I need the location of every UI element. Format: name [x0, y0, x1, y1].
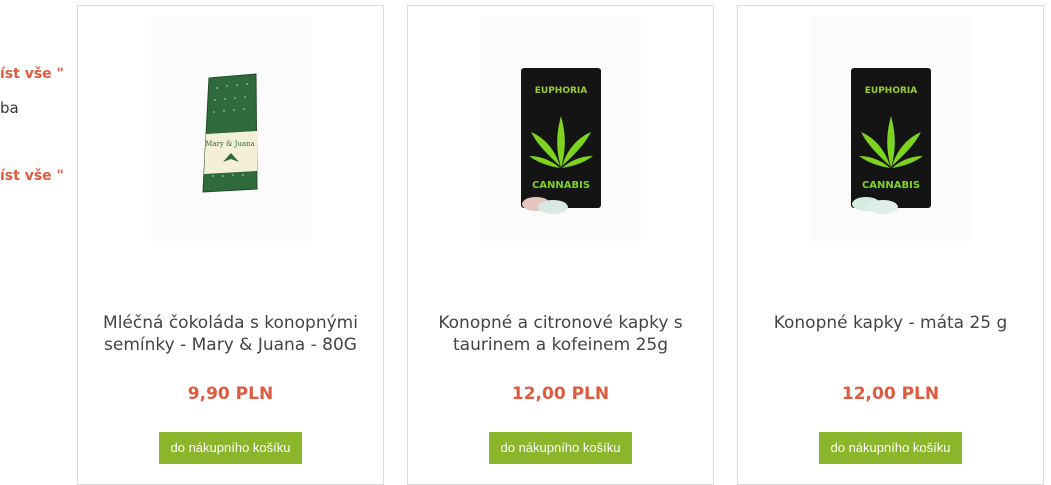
product-title[interactable]: Mléčná čokoláda s konopnými semínky - Ma…: [88, 312, 373, 356]
cannabis-drops-image: EUPHORIA CANNABIS: [520, 68, 601, 214]
chocolate-bar-image: Mary & Juana: [201, 73, 258, 193]
read-more-link[interactable]: íst vše ": [0, 168, 64, 184]
add-to-cart-button[interactable]: do nákupního košíku: [488, 432, 633, 464]
package-brand: EUPHORIA: [534, 86, 587, 96]
package-label: CANNABIS: [861, 180, 919, 191]
sidebar: íst vše " ba íst vše ": [0, 0, 70, 469]
product-card: EUPHORIA CANNABIS Konopné a citronové ka…: [407, 5, 714, 485]
product-image[interactable]: EUPHORIA CANNABIS: [810, 16, 971, 241]
sidebar-text: ba: [0, 99, 19, 117]
product-image[interactable]: EUPHORIA CANNABIS: [480, 16, 641, 241]
add-to-cart-button[interactable]: do nákupního košíku: [818, 432, 963, 464]
product-image[interactable]: Mary & Juana: [150, 16, 311, 241]
product-title[interactable]: Konopné kapky - máta 25 g: [748, 312, 1033, 334]
product-card: Mary & Juana Mléčná čokoláda s konopnými…: [77, 5, 384, 485]
cannabis-drops-image: EUPHORIA CANNABIS: [850, 68, 931, 214]
package-brand: EUPHORIA: [864, 86, 917, 96]
product-price: 12,00 PLN: [511, 384, 610, 404]
chocolate-brand: Mary & Juana: [205, 140, 255, 148]
read-more-link[interactable]: íst vše ": [0, 66, 64, 82]
product-price: 12,00 PLN: [841, 384, 940, 404]
product-title[interactable]: Konopné a citronové kapky s taurinem a k…: [418, 312, 703, 356]
product-card: EUPHORIA CANNABIS Konopné kapky - máta 2…: [737, 5, 1044, 485]
product-price: 9,90 PLN: [187, 384, 274, 404]
add-to-cart-button[interactable]: do nákupního košíku: [158, 432, 303, 464]
package-label: CANNABIS: [531, 180, 589, 191]
